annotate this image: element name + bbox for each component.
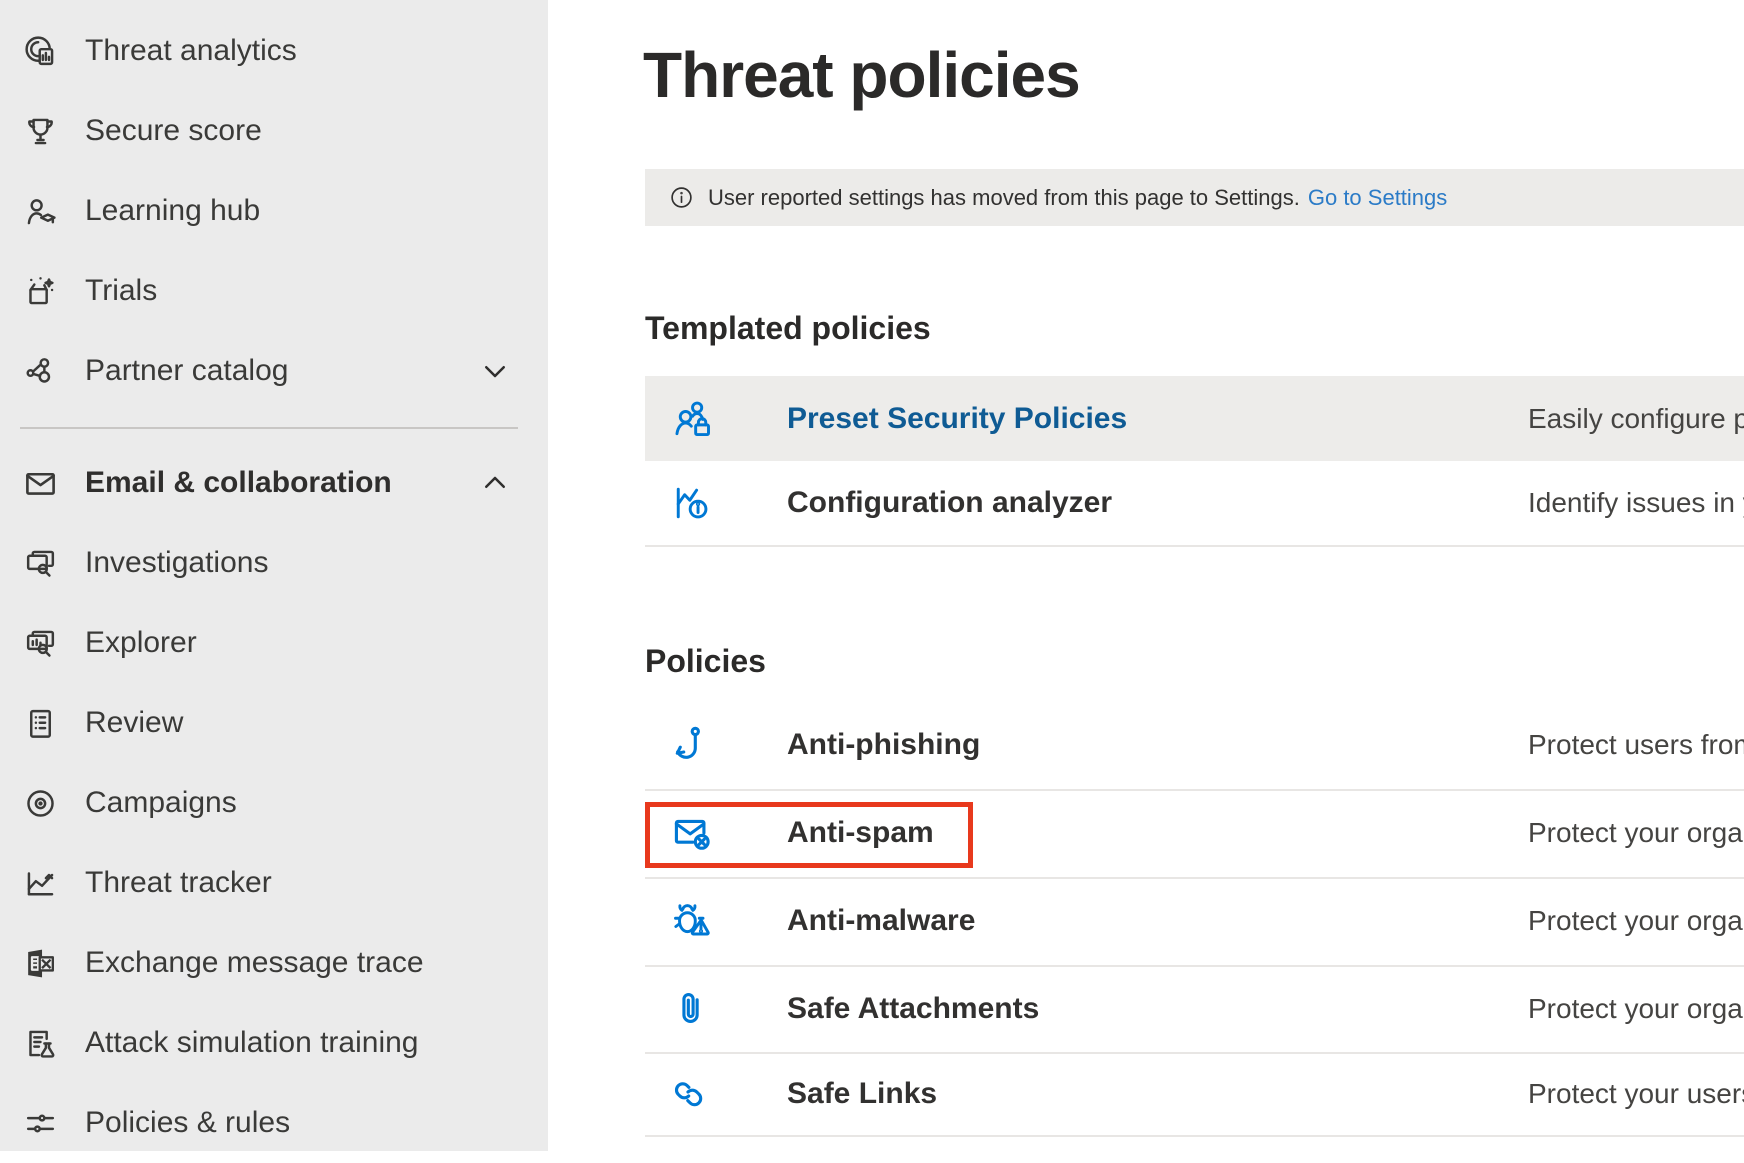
sidebar-item-label: Secure score [85,114,262,148]
row-label[interactable]: Anti-malware [787,904,975,938]
row-description: Protect your organiz [1528,905,1744,937]
row-preset-security-policies[interactable]: Preset Security Policies Easily configur… [645,376,1744,461]
anti-spam-icon [670,811,714,855]
row-anti-spam[interactable]: Anti-spam Protect your organiz [645,789,1744,879]
row-label[interactable]: Anti-phishing [787,728,980,762]
sidebar-item-policies-rules[interactable]: Policies & rules [0,1083,548,1163]
sidebar-item-trials[interactable]: Trials [0,251,548,331]
preset-security-policies-icon [670,397,714,441]
section-heading-templated-policies: Templated policies [645,310,931,347]
review-icon [20,703,60,743]
sidebar-item-email-collaboration[interactable]: Email & collaboration [0,443,548,523]
sidebar-item-label: Exchange message trace [85,946,424,980]
row-description: Protect your organiz [1528,993,1744,1025]
configuration-analyzer-icon [670,481,714,525]
sidebar-item-label: Trials [85,274,157,308]
sidebar-item-label: Threat analytics [85,34,297,68]
investigations-icon [20,543,60,583]
row-description: Protect your organiz [1528,817,1744,849]
sidebar-item-label: Attack simulation training [85,1026,419,1060]
exchange-message-trace-icon [20,943,60,983]
row-label[interactable]: Configuration analyzer [787,486,1112,520]
learning-hub-icon [20,191,60,231]
row-label[interactable]: Safe Links [787,1077,937,1111]
row-safe-attachments[interactable]: Safe Attachments Protect your organiz [645,965,1744,1054]
row-label[interactable]: Preset Security Policies [787,402,1127,436]
sidebar-item-label: Explorer [85,626,197,660]
sidebar-item-label: Policies & rules [85,1106,290,1140]
sidebar-item-threat-analytics[interactable]: Threat analytics [0,11,548,91]
sidebar-item-label: Investigations [85,546,268,580]
campaigns-icon [20,783,60,823]
row-anti-malware[interactable]: Anti-malware Protect your organiz [645,877,1744,967]
chevron-up-icon[interactable] [480,468,510,498]
row-label[interactable]: Safe Attachments [787,992,1039,1026]
row-configuration-analyzer[interactable]: Configuration analyzer Identify issues i… [645,461,1744,547]
explorer-icon [20,623,60,663]
policies-rules-icon [20,1103,60,1143]
sidebar-item-review[interactable]: Review [0,683,548,763]
sidebar-item-investigations[interactable]: Investigations [0,523,548,603]
sidebar-item-label: Email & collaboration [85,466,392,500]
sidebar-item-label: Campaigns [85,786,237,820]
sidebar-divider [20,427,518,429]
sidebar-item-label: Review [85,706,183,740]
chevron-down-icon[interactable] [480,356,510,386]
row-description: Easily configure prot [1528,403,1744,435]
row-description: Protect users from p [1528,729,1744,761]
email-collaboration-icon [20,463,60,503]
row-label[interactable]: Anti-spam [787,816,934,850]
sidebar-item-threat-tracker[interactable]: Threat tracker [0,843,548,923]
banner-message: User reported settings has moved from th… [708,185,1300,211]
sidebar-item-campaigns[interactable]: Campaigns [0,763,548,843]
row-description: Protect your users fr [1528,1078,1744,1110]
left-navigation: Threat analytics Secure score Learning h… [0,0,548,1151]
anti-phishing-icon [670,723,714,767]
sidebar-item-label: Learning hub [85,194,260,228]
row-anti-phishing[interactable]: Anti-phishing Protect users from p [645,701,1744,791]
anti-malware-icon [670,899,714,943]
sidebar-item-label: Partner catalog [85,354,288,388]
partner-catalog-icon [20,351,60,391]
threat-analytics-icon [20,31,60,71]
trials-icon [20,271,60,311]
row-description: Identify issues in you [1528,487,1744,519]
sidebar-item-learning-hub[interactable]: Learning hub [0,171,548,251]
attack-simulation-training-icon [20,1023,60,1063]
sidebar-item-exchange-message-trace[interactable]: Exchange message trace [0,923,548,1003]
row-safe-links[interactable]: Safe Links Protect your users fr [645,1052,1744,1137]
safe-attachments-icon [670,987,714,1031]
section-heading-policies: Policies [645,643,766,680]
threat-policies-page: { "sidebar": { "items": [ {"label": "Thr… [0,0,1744,1151]
sidebar-item-label: Threat tracker [85,866,272,900]
page-title: Threat policies [643,38,1080,112]
sidebar-item-explorer[interactable]: Explorer [0,603,548,683]
safe-links-icon [670,1072,714,1116]
info-icon [669,185,694,210]
info-banner: User reported settings has moved from th… [645,169,1744,226]
go-to-settings-link[interactable]: Go to Settings [1308,185,1447,211]
threat-tracker-icon [20,863,60,903]
secure-score-icon [20,111,60,151]
sidebar-item-attack-simulation-training[interactable]: Attack simulation training [0,1003,548,1083]
sidebar-item-partner-catalog[interactable]: Partner catalog [0,331,548,411]
sidebar-item-secure-score[interactable]: Secure score [0,91,548,171]
